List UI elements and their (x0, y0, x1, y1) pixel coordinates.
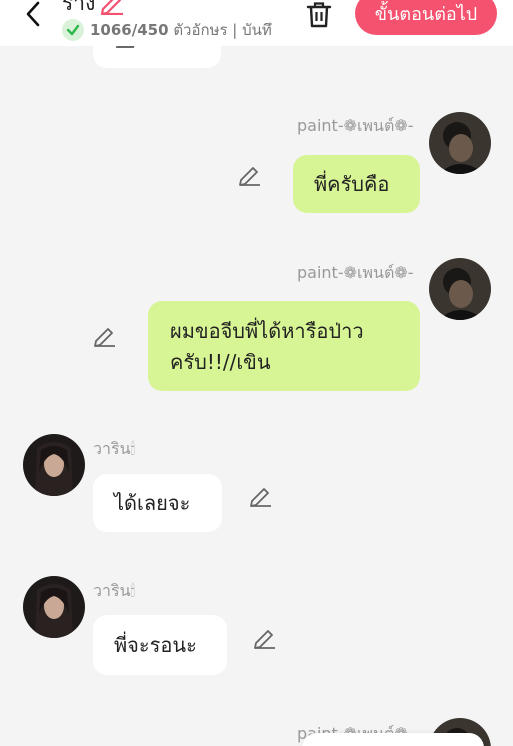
candle-emoji: 🕯 (130, 439, 136, 458)
message-bubble[interactable]: พี่ครับคือ (293, 155, 420, 213)
message-bubble[interactable]: ได้เลยจะ (93, 474, 222, 532)
candle-emoji: 🕯 (130, 581, 136, 600)
avatar[interactable] (23, 576, 85, 638)
sender-name: paint-❁เพนต์❁- (297, 263, 414, 282)
edit-message-pencil-icon[interactable] (248, 483, 274, 509)
edit-message-pencil-icon[interactable] (252, 625, 278, 651)
message-text: พี่จะรอนะ (114, 633, 197, 657)
edit-message-pencil-icon[interactable] (92, 323, 118, 349)
message-text: ได้เลยจะ (114, 491, 191, 515)
message-text-line: ครับ!!//เขิน (170, 350, 271, 374)
message-bubble[interactable]: พี่จะรอนะ (93, 615, 227, 675)
sender-name: วาริน🕯 (93, 439, 136, 458)
avatar[interactable] (429, 258, 491, 320)
check-icon (62, 19, 84, 41)
avatar[interactable] (429, 112, 491, 174)
edit-title-icon[interactable] (99, 0, 125, 15)
chevron-left-icon (26, 1, 40, 27)
message-text: พี่ครับคือ (314, 172, 390, 196)
avatar[interactable] (23, 434, 85, 496)
character-count: 1066/450 (90, 21, 169, 39)
edit-message-pencil-icon[interactable] (237, 162, 263, 188)
delete-button[interactable] (304, 0, 334, 32)
sender-name: วาริน🕯 (93, 581, 136, 600)
trash-icon (306, 2, 332, 28)
message-text-line: ผมขอจีบพี่ได้หารือป่าว (170, 319, 364, 343)
next-step-button[interactable]: ขั้นตอนต่อไป (355, 0, 497, 35)
title-row: ร่าง (62, 0, 125, 16)
character-count-status: 1066/450 ตัวอักษร | บันทึ (90, 19, 272, 41)
save-status: 1066/450 ตัวอักษร | บันทึ (62, 19, 284, 41)
sender-name: paint-❁เพนต์❁- (297, 116, 414, 135)
top-bar: ร่าง 1066/450 ตัวอักษร | บันทึ ขั้นตอนต่… (0, 0, 513, 46)
page-title: ร่าง (62, 0, 96, 15)
back-button[interactable] (18, 0, 48, 30)
status-suffix: ตัวอักษร | บันทึ (168, 21, 272, 39)
message-bubble[interactable]: ผมขอจีบพี่ได้หารือป่าว ครับ!!//เขิน (148, 301, 420, 391)
bottom-panel (302, 733, 484, 746)
